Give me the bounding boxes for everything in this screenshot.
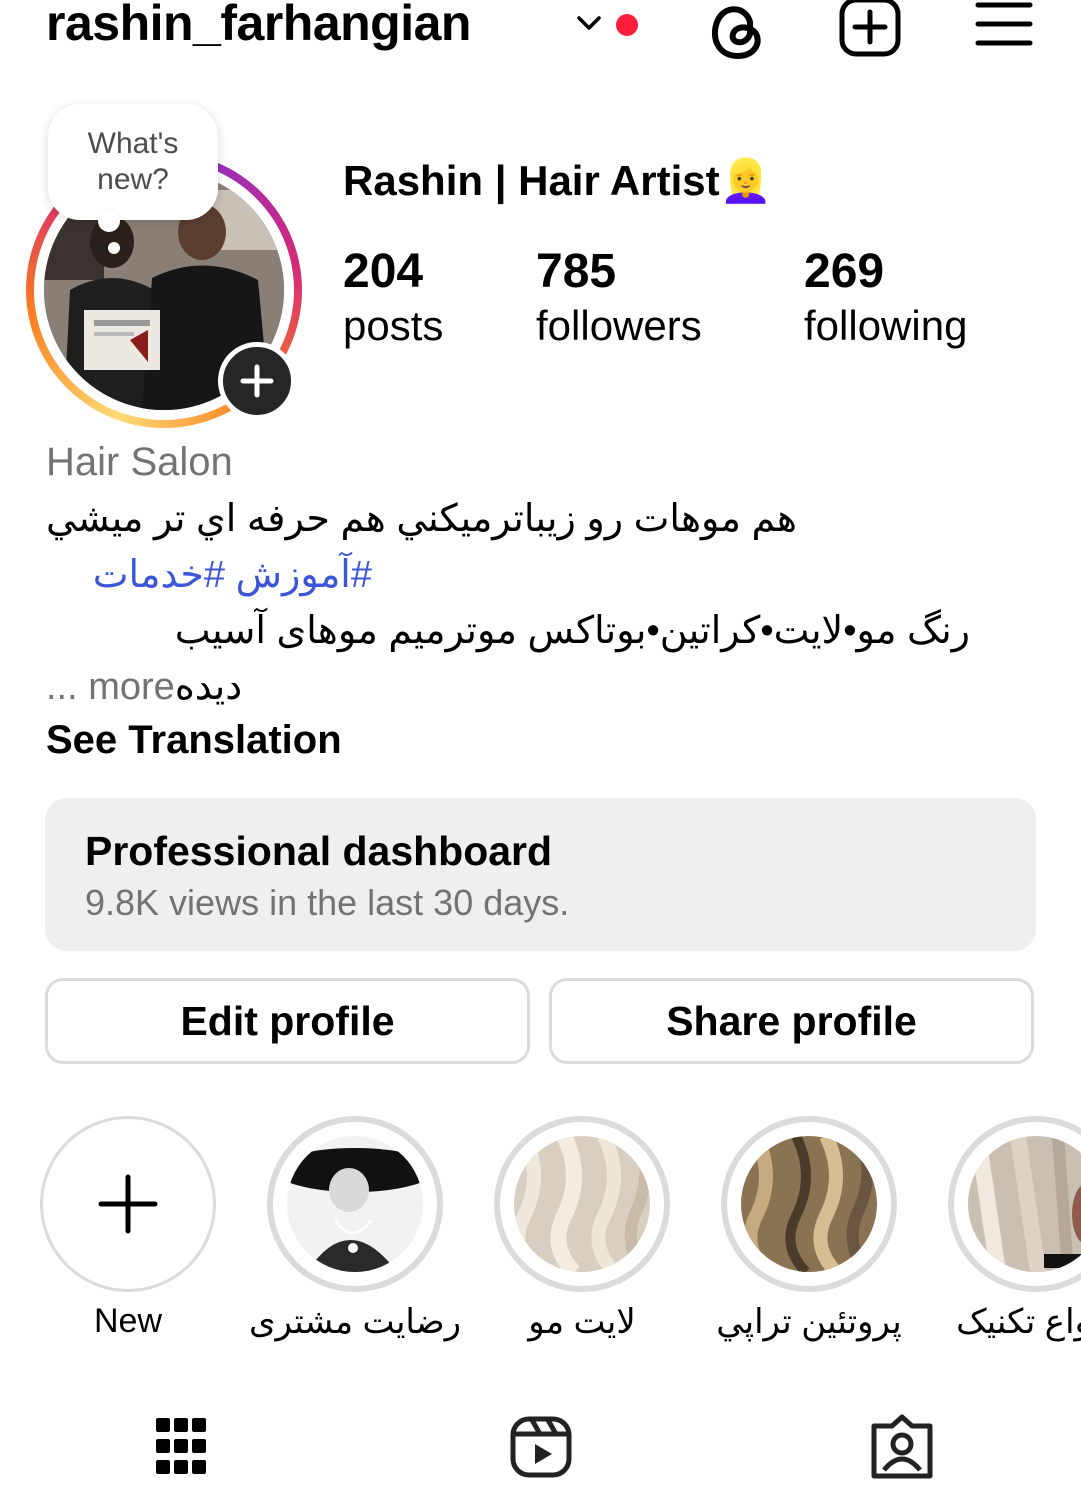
- highlight-label-clip: انواع تکنیک: [948, 1302, 1081, 1346]
- highlight-protein-therapy[interactable]: [721, 1116, 897, 1292]
- highlight-thumbnail: [741, 1136, 877, 1272]
- profile-full-name: Rashin | Hair Artist👱‍♀️: [343, 157, 772, 204]
- tagged-icon[interactable]: [870, 1414, 934, 1480]
- following-label[interactable]: following: [804, 302, 967, 350]
- notification-dot: [616, 14, 638, 36]
- professional-dashboard-card[interactable]: Professional dashboard 9.8K views in the…: [45, 798, 1036, 951]
- reels-icon[interactable]: [510, 1414, 572, 1478]
- add-story-button[interactable]: [218, 342, 296, 420]
- highlight-thumbnail: [968, 1136, 1081, 1272]
- whats-new-bubble[interactable]: What's new?: [48, 104, 218, 220]
- posts-label[interactable]: posts: [343, 302, 443, 350]
- highlight-label-new: New: [93, 1302, 163, 1340]
- hamburger-menu-icon[interactable]: [974, 0, 1034, 48]
- highlight-label-customer-satisfaction: رضایت مشتری: [248, 1303, 462, 1341]
- posts-count[interactable]: 204: [343, 244, 423, 299]
- highlight-label-protein-therapy: پروتئین تراپي: [716, 1303, 902, 1341]
- share-profile-button[interactable]: Share profile: [549, 978, 1034, 1064]
- highlight-customer-satisfaction[interactable]: [267, 1116, 443, 1292]
- plus-icon: [240, 364, 274, 398]
- following-count[interactable]: 269: [804, 244, 884, 299]
- whats-new-text: What's new?: [87, 127, 179, 196]
- highlight-thumbnail: [287, 1136, 423, 1272]
- highlight-thumbnail: [514, 1136, 650, 1272]
- username[interactable]: rashin_farhangian: [46, 0, 471, 52]
- bio-line-3: رنگ مو•لایت•کراتین•بوتاکس موترمیم موهای …: [174, 610, 970, 652]
- see-translation-link[interactable]: See Translation: [46, 718, 342, 763]
- dashboard-subtitle: 9.8K views in the last 30 days.: [85, 882, 570, 923]
- plus-icon: [98, 1174, 158, 1234]
- followers-count[interactable]: 785: [536, 244, 616, 299]
- bubble-tail: [98, 210, 120, 232]
- new-highlight-button[interactable]: [40, 1116, 216, 1292]
- dashboard-title: Professional dashboard: [85, 828, 553, 874]
- bio-last-line: ... moreدیده: [46, 664, 242, 709]
- highlight-hair-light[interactable]: [494, 1116, 670, 1292]
- highlight-label-hair-light: لایت مو: [528, 1303, 636, 1341]
- bio-line-1: هم موهات رو زيباترميكني هم حرفه اي تر مي…: [46, 498, 797, 540]
- plus-square-icon[interactable]: [838, 0, 902, 58]
- followers-label[interactable]: followers: [536, 302, 702, 350]
- highlight-techniques[interactable]: [948, 1116, 1081, 1292]
- profile-category: Hair Salon: [46, 440, 233, 484]
- edit-profile-button[interactable]: Edit profile: [45, 978, 530, 1064]
- bio-line-4: دیده: [174, 666, 243, 708]
- threads-icon[interactable]: [706, 0, 770, 60]
- bubble-tail-dot: [108, 242, 120, 254]
- bio-hashtags[interactable]: #آموزش #خدمات: [46, 552, 372, 597]
- more-link[interactable]: ... more: [46, 666, 175, 708]
- grid-icon[interactable]: [154, 1414, 208, 1478]
- chevron-down-icon[interactable]: [574, 8, 604, 38]
- highlight-label-techniques: انواع تکنیک: [956, 1303, 1081, 1341]
